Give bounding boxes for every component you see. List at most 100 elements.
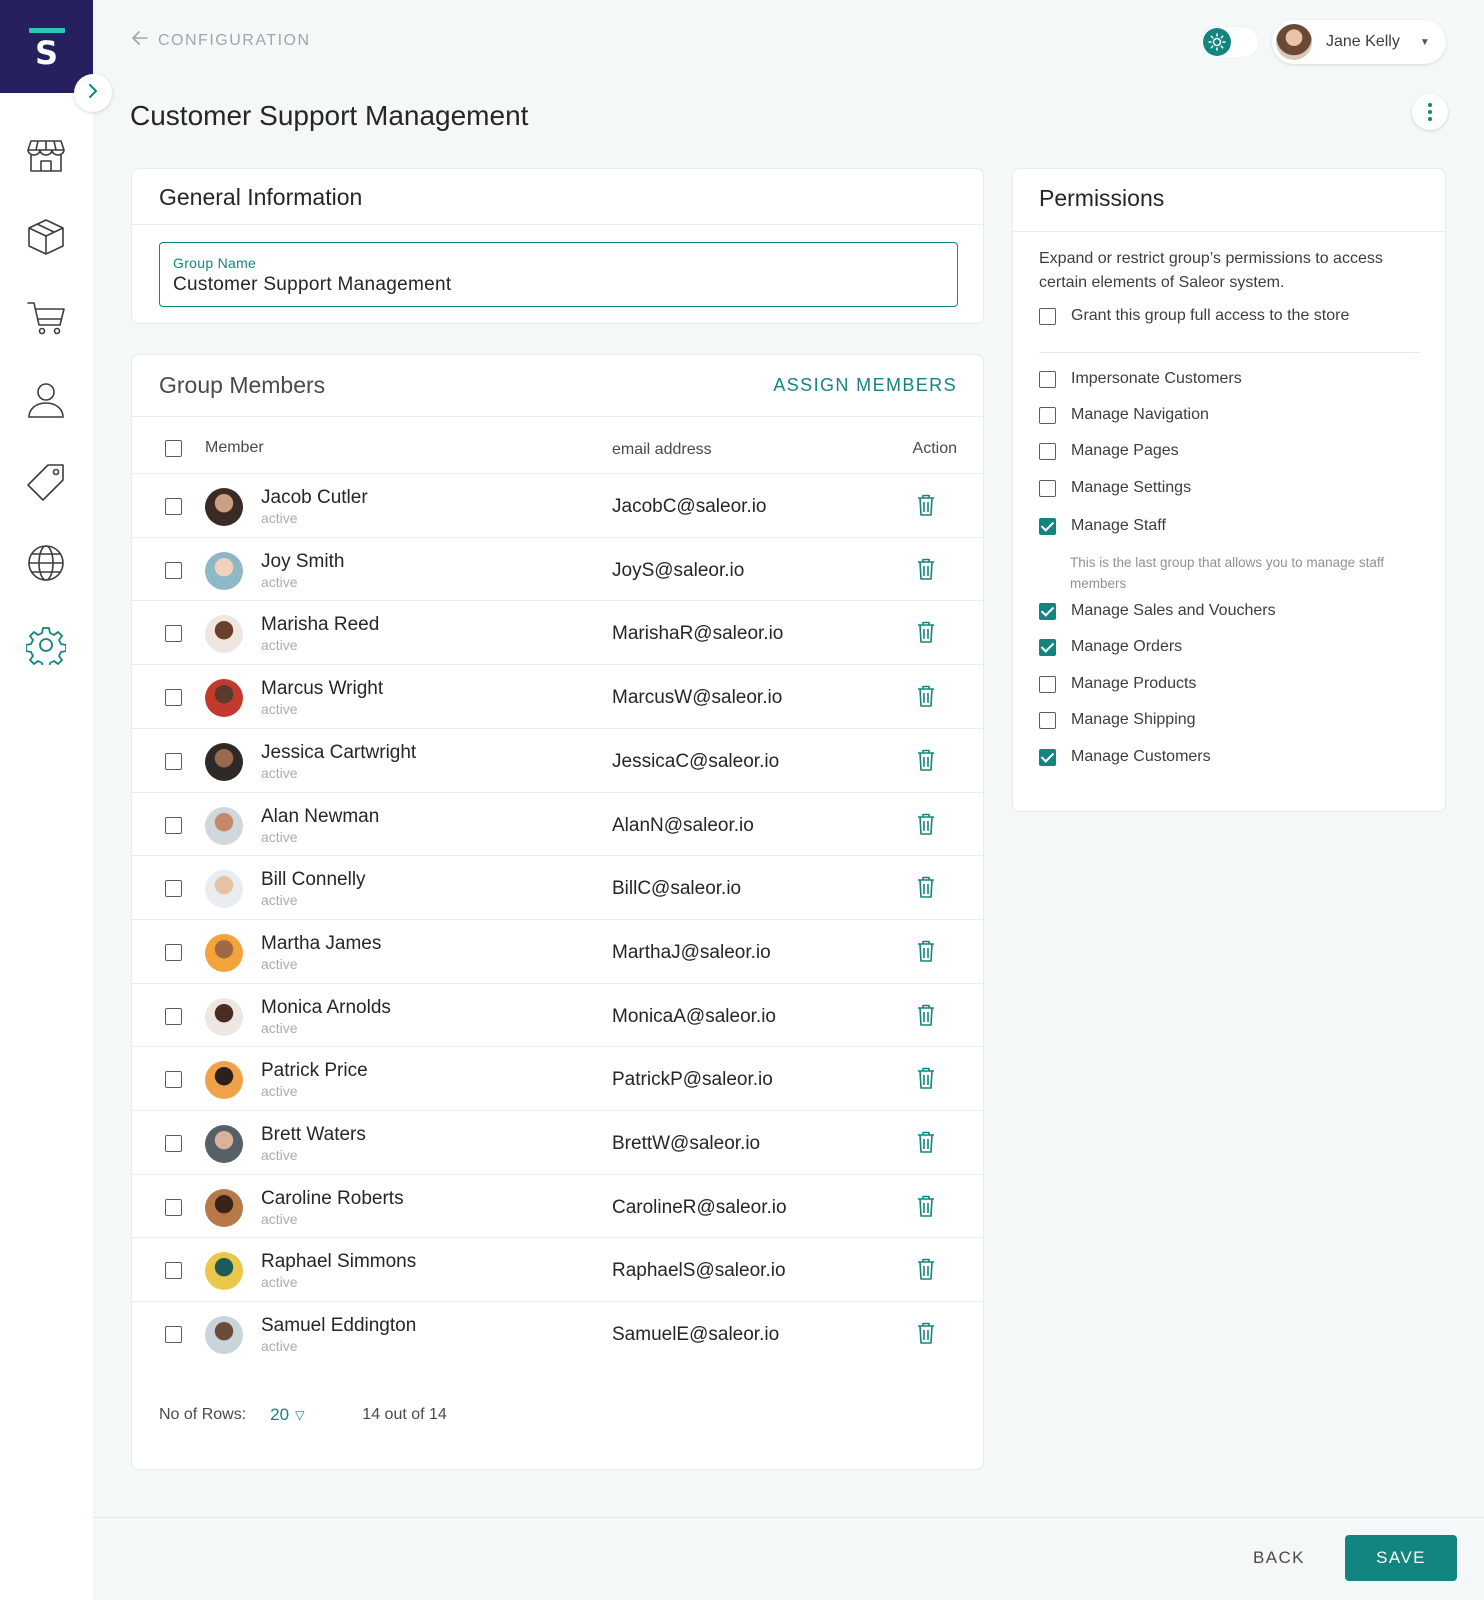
permission-option[interactable]: Manage Pages	[1039, 442, 1179, 460]
more-options-button[interactable]	[1412, 94, 1448, 130]
table-row[interactable]: Patrick Price active PatrickP@saleor.io	[132, 1046, 985, 1111]
save-button[interactable]: SAVE	[1345, 1535, 1457, 1581]
general-information-card: General Information Group Name Customer …	[131, 168, 984, 324]
row-checkbox[interactable]	[165, 498, 182, 515]
row-checkbox[interactable]	[165, 1007, 182, 1025]
table-row[interactable]: Marisha Reed active MarishaR@saleor.io	[132, 600, 985, 665]
permission-checkbox[interactable]	[1039, 675, 1056, 693]
settings-gear-icon[interactable]	[25, 625, 67, 669]
full-access-option[interactable]: Grant this group full access to the stor…	[1039, 307, 1349, 325]
chevron-right-icon	[86, 83, 100, 103]
table-row[interactable]: Alan Newman active AlanN@saleor.io	[132, 791, 985, 857]
kebab-dot	[1428, 110, 1432, 114]
permission-option[interactable]: Manage Orders	[1039, 638, 1182, 656]
caret-down-icon[interactable]: ▽	[295, 1408, 304, 1422]
table-row[interactable]: Samuel Eddington active SamuelE@saleor.i…	[132, 1301, 985, 1366]
permission-checkbox[interactable]	[1039, 602, 1056, 620]
trash-icon[interactable]	[917, 749, 935, 771]
row-checkbox[interactable]	[165, 943, 182, 961]
trash-icon[interactable]	[917, 621, 935, 644]
row-checkbox[interactable]	[165, 1135, 182, 1152]
row-checkbox[interactable]	[165, 880, 182, 898]
permission-checkbox[interactable]	[1039, 479, 1056, 497]
permission-option[interactable]: Manage Navigation	[1039, 406, 1209, 424]
permission-checkbox[interactable]	[1039, 517, 1056, 535]
sun-icon	[1203, 28, 1231, 56]
member-avatar	[205, 1061, 243, 1100]
member-email: JoyS@saleor.io	[612, 559, 745, 581]
trash-icon[interactable]	[917, 685, 935, 707]
trash-icon[interactable]	[917, 1258, 935, 1281]
permission-checkbox[interactable]	[1039, 370, 1056, 388]
member-name: Caroline Roberts	[261, 1187, 404, 1209]
member-email: JessicaC@saleor.io	[612, 750, 780, 772]
permission-checkbox[interactable]	[1039, 442, 1056, 460]
store-icon[interactable]	[26, 135, 66, 175]
permission-checkbox[interactable]	[1039, 406, 1056, 424]
permission-option[interactable]: Manage Shipping	[1039, 711, 1196, 729]
user-icon[interactable]	[26, 380, 66, 420]
rows-per-page-select[interactable]: 20	[270, 1405, 289, 1425]
table-row[interactable]: Jessica Cartwright active JessicaC@saleo…	[132, 727, 985, 793]
row-checkbox[interactable]	[165, 1198, 182, 1216]
product-box-icon[interactable]	[26, 217, 66, 257]
group-name-input[interactable]: Customer Support Management	[173, 274, 451, 296]
permission-option[interactable]: Impersonate Customers	[1039, 370, 1242, 388]
full-access-checkbox[interactable]	[1039, 307, 1056, 325]
table-row[interactable]: Jacob Cutler active JacobC@saleor.io	[132, 473, 985, 538]
table-row[interactable]: Bill Connelly active BillC@saleor.io	[132, 855, 985, 920]
trash-icon[interactable]	[917, 876, 935, 898]
assign-members-button[interactable]: ASSIGN MEMBERS	[773, 375, 957, 396]
trash-icon[interactable]	[917, 813, 935, 835]
member-status: active	[261, 828, 298, 845]
row-checkbox[interactable]	[165, 816, 182, 834]
user-avatar	[1276, 24, 1312, 60]
row-checkbox[interactable]	[165, 561, 182, 579]
permission-option[interactable]: Manage Staff	[1039, 517, 1166, 535]
permission-option[interactable]: Manage Products	[1039, 675, 1196, 693]
theme-toggle[interactable]	[1202, 27, 1258, 57]
row-checkbox[interactable]	[165, 1071, 182, 1089]
sidebar-expand-button[interactable]	[74, 74, 112, 112]
permission-option[interactable]: Manage Settings	[1039, 479, 1191, 497]
group-name-field[interactable]: Group Name Customer Support Management	[159, 242, 958, 307]
table-row[interactable]: Monica Arnolds active MonicaA@saleor.io	[132, 982, 985, 1048]
row-checkbox[interactable]	[165, 689, 182, 707]
tag-icon[interactable]	[26, 462, 66, 502]
trash-icon[interactable]	[917, 1322, 935, 1344]
trash-icon[interactable]	[917, 940, 935, 962]
table-row[interactable]: Brett Waters active BrettW@saleor.io	[132, 1110, 985, 1175]
table-row[interactable]: Joy Smith active JoyS@saleor.io	[132, 536, 985, 602]
user-menu[interactable]: Jane Kelly ▼	[1272, 20, 1446, 64]
permission-checkbox[interactable]	[1039, 638, 1056, 656]
row-checkbox[interactable]	[165, 625, 182, 643]
kebab-dot	[1428, 117, 1432, 121]
permission-option[interactable]: Manage Customers	[1039, 748, 1211, 766]
trash-icon[interactable]	[917, 494, 935, 516]
row-checkbox[interactable]	[165, 1326, 182, 1344]
trash-icon[interactable]	[917, 558, 935, 580]
member-avatar	[205, 679, 243, 718]
trash-icon[interactable]	[917, 1195, 935, 1217]
table-row[interactable]: Caroline Roberts active CarolineR@saleor…	[132, 1173, 985, 1239]
back-to-configuration-link[interactable]: CONFIGURATION	[132, 31, 311, 50]
row-checkbox[interactable]	[165, 752, 182, 770]
trash-icon[interactable]	[917, 1004, 935, 1026]
row-checkbox[interactable]	[165, 1262, 182, 1280]
trash-icon[interactable]	[917, 1131, 935, 1153]
table-row[interactable]: Marcus Wright active MarcusW@saleor.io	[132, 664, 985, 729]
permission-label: Manage Settings	[1071, 479, 1192, 496]
select-all-checkbox[interactable]	[165, 440, 182, 457]
permission-option[interactable]: Manage Sales and Vouchers	[1039, 602, 1276, 620]
table-row[interactable]: Raphael Simmons active RaphaelS@saleor.i…	[132, 1237, 985, 1302]
trash-icon[interactable]	[917, 1067, 935, 1090]
member-name: Marcus Wright	[261, 678, 384, 700]
globe-icon[interactable]	[26, 543, 66, 583]
table-row[interactable]: Martha James active MarthaJ@saleor.io	[132, 918, 985, 984]
member-name: Patrick Price	[261, 1060, 368, 1082]
permission-checkbox[interactable]	[1039, 711, 1056, 729]
back-button[interactable]: BACK	[1253, 1548, 1305, 1568]
cart-icon[interactable]	[26, 298, 66, 338]
permission-checkbox[interactable]	[1039, 748, 1056, 766]
member-email: MarthaJ@saleor.io	[612, 941, 771, 963]
